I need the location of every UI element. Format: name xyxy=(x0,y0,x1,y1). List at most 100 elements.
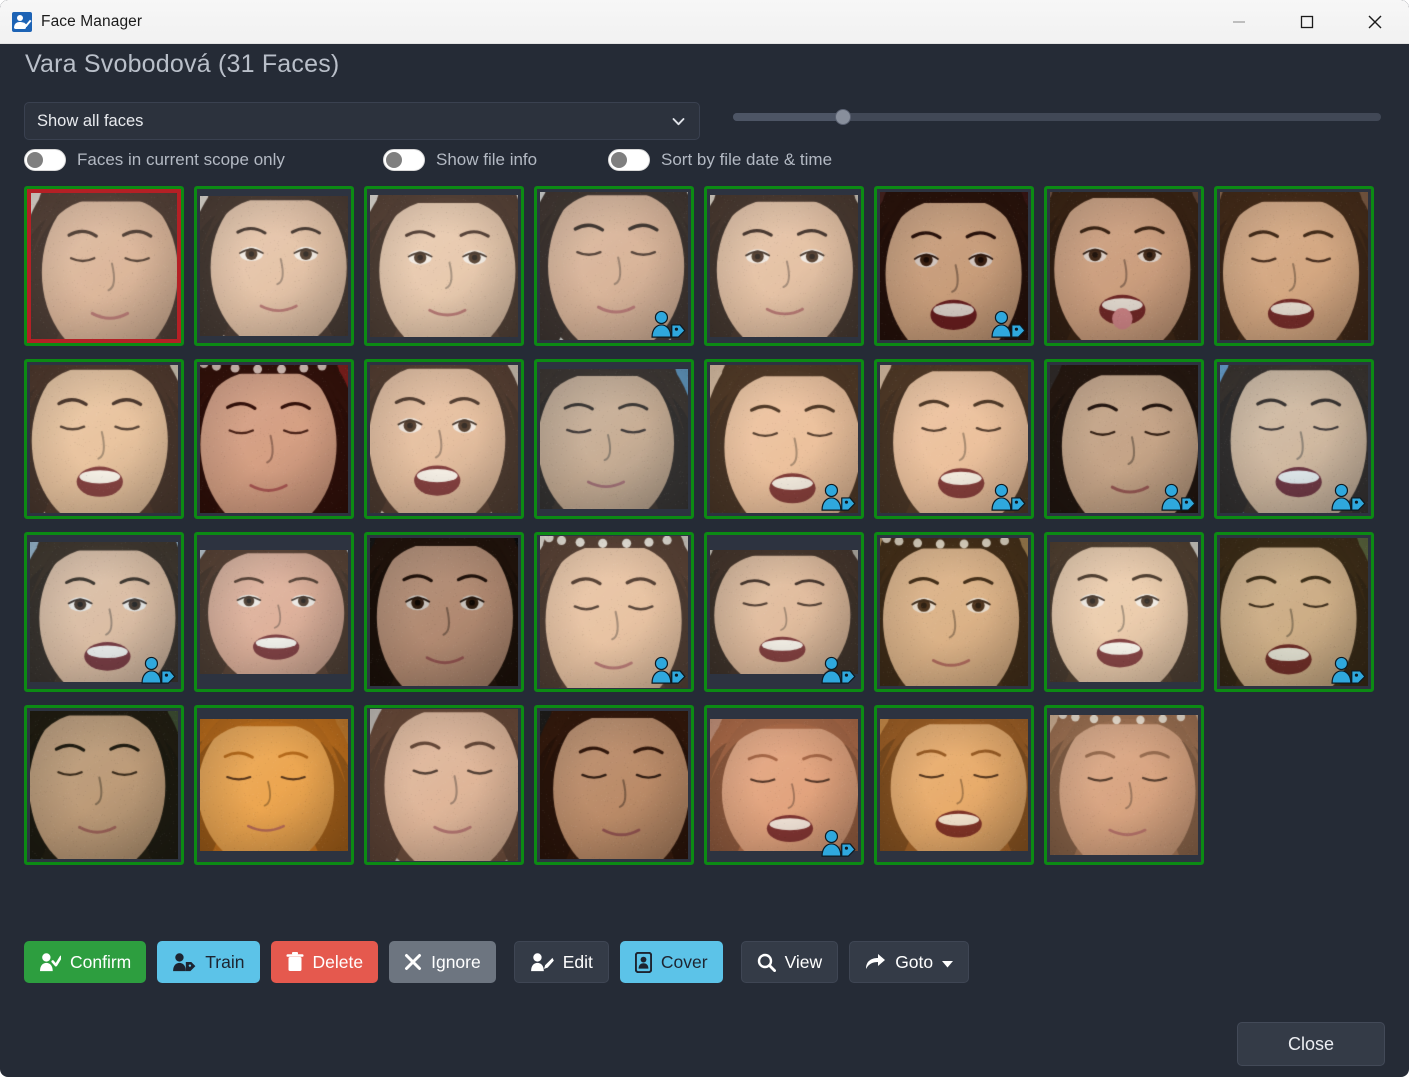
person-tag-icon xyxy=(819,482,857,512)
toggle-label: Sort by file date & time xyxy=(661,150,832,170)
maximize-icon[interactable] xyxy=(1273,0,1341,43)
face-image xyxy=(370,538,518,686)
view-button-label: View xyxy=(785,952,823,973)
id-card-icon xyxy=(635,952,652,973)
face-image xyxy=(30,192,178,340)
thumbnail-size-slider[interactable] xyxy=(733,113,1381,121)
person-tag-icon xyxy=(1329,655,1367,685)
toggle-faces-in-current-scope-only[interactable]: Faces in current scope only xyxy=(24,147,285,173)
face-thumbnail[interactable] xyxy=(364,186,524,346)
edit-button[interactable]: Edit xyxy=(514,941,609,983)
face-image xyxy=(710,195,858,337)
trash-icon xyxy=(286,952,304,972)
face-image xyxy=(880,719,1028,851)
face-thumbnail[interactable] xyxy=(194,705,354,865)
face-thumbnail[interactable] xyxy=(24,705,184,865)
face-image xyxy=(200,365,348,513)
face-manager-icon xyxy=(12,12,32,32)
face-thumbnail[interactable] xyxy=(534,705,694,865)
train-button-label: Train xyxy=(205,952,244,973)
ignore-button[interactable]: Ignore xyxy=(389,941,496,983)
face-thumbnail[interactable] xyxy=(874,705,1034,865)
window-controls xyxy=(1205,0,1409,43)
face-thumbnail[interactable] xyxy=(874,359,1034,519)
face-thumbnail[interactable] xyxy=(24,532,184,692)
title-bar: Face Manager xyxy=(0,0,1409,44)
confirm-button[interactable]: Confirm xyxy=(24,941,146,983)
person-check-icon xyxy=(39,952,61,972)
x-icon xyxy=(404,953,422,971)
face-thumbnail[interactable] xyxy=(1214,532,1374,692)
train-button[interactable]: Train xyxy=(157,941,259,983)
face-thumbnail[interactable] xyxy=(364,359,524,519)
toggle-switch[interactable] xyxy=(608,149,650,171)
magnifier-icon xyxy=(757,953,776,972)
face-image xyxy=(30,711,178,859)
close-button[interactable]: Close xyxy=(1237,1022,1385,1066)
confirm-button-label: Confirm xyxy=(70,952,131,973)
face-manager-window: Face Manager Vara Svobodová (31 Faces) S… xyxy=(0,0,1409,1077)
delete-button[interactable]: Delete xyxy=(271,941,379,983)
face-thumbnail[interactable] xyxy=(534,186,694,346)
delete-button-label: Delete xyxy=(313,952,364,973)
face-thumbnail[interactable] xyxy=(194,532,354,692)
toggle-show-file-info[interactable]: Show file info xyxy=(383,147,537,173)
face-image xyxy=(30,365,178,513)
face-image xyxy=(370,365,518,513)
face-thumbnail[interactable] xyxy=(364,705,524,865)
toggle-label: Show file info xyxy=(436,150,537,170)
face-image xyxy=(200,550,348,674)
face-thumbnail[interactable] xyxy=(1214,359,1374,519)
face-thumbnail[interactable] xyxy=(874,186,1034,346)
slider-thumb[interactable] xyxy=(835,109,851,125)
person-tag-icon xyxy=(649,309,687,339)
face-thumbnail[interactable] xyxy=(1044,532,1204,692)
face-thumbnail[interactable] xyxy=(874,532,1034,692)
face-thumbnail[interactable] xyxy=(1044,705,1204,865)
toggle-sort-by-file-date-time[interactable]: Sort by file date & time xyxy=(608,147,832,173)
person-tag-icon xyxy=(989,482,1027,512)
face-image xyxy=(540,369,688,509)
ignore-button-label: Ignore xyxy=(431,952,481,973)
toggle-knob xyxy=(386,152,402,168)
face-thumbnail[interactable] xyxy=(194,359,354,519)
action-toolbar: Confirm Train Delete Ignore Edit Cover View Got… xyxy=(24,941,969,983)
face-thumbnail[interactable] xyxy=(534,532,694,692)
window-title: Face Manager xyxy=(41,13,142,31)
slider-fill xyxy=(733,113,843,121)
face-thumbnail[interactable] xyxy=(1214,186,1374,346)
person-tag-icon xyxy=(139,655,177,685)
face-image xyxy=(1050,715,1198,855)
face-filter-select[interactable]: Show all faces xyxy=(24,102,700,140)
caret-down-icon xyxy=(942,952,953,973)
goto-button-label: Goto xyxy=(895,952,933,973)
face-thumbnail[interactable] xyxy=(704,532,864,692)
close-icon[interactable] xyxy=(1341,0,1409,43)
face-thumbnail[interactable] xyxy=(1044,186,1204,346)
person-tag-icon xyxy=(989,309,1027,339)
goto-button[interactable]: Goto xyxy=(849,941,969,983)
face-thumbnail[interactable] xyxy=(24,186,184,346)
person-tag-icon xyxy=(819,655,857,685)
person-tag-icon xyxy=(819,828,857,858)
faces-grid xyxy=(24,186,1386,914)
view-button[interactable]: View xyxy=(741,941,839,983)
toggle-knob xyxy=(27,152,43,168)
arrow-share-icon xyxy=(865,953,886,971)
minimize-icon[interactable] xyxy=(1205,0,1273,43)
face-thumbnail[interactable] xyxy=(364,532,524,692)
page-title: Vara Svobodová (31 Faces) xyxy=(25,50,339,79)
toggle-knob xyxy=(611,152,627,168)
face-thumbnail[interactable] xyxy=(534,359,694,519)
face-image xyxy=(540,711,688,859)
face-thumbnail[interactable] xyxy=(704,186,864,346)
edit-button-label: Edit xyxy=(563,952,593,973)
cover-button[interactable]: Cover xyxy=(620,941,723,983)
face-thumbnail[interactable] xyxy=(1044,359,1204,519)
face-thumbnail[interactable] xyxy=(704,705,864,865)
toggle-switch[interactable] xyxy=(383,149,425,171)
face-thumbnail[interactable] xyxy=(194,186,354,346)
toggle-switch[interactable] xyxy=(24,149,66,171)
face-thumbnail[interactable] xyxy=(704,359,864,519)
face-thumbnail[interactable] xyxy=(24,359,184,519)
